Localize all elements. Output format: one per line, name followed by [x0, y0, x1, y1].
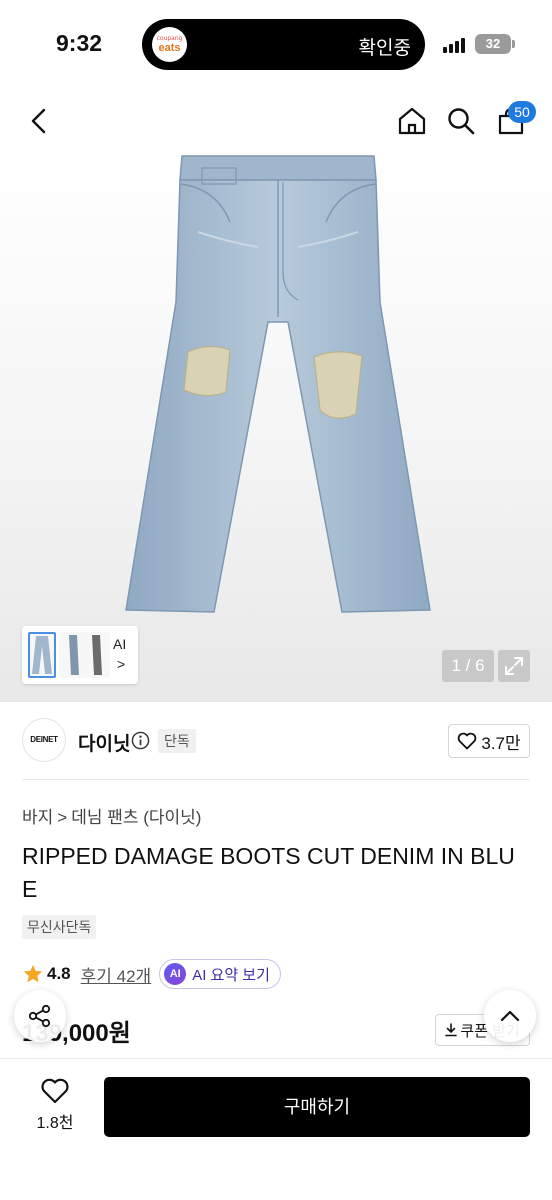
- brand-row: DEINET 다이닛 단독 3.7만: [0, 716, 552, 766]
- search-icon: [448, 108, 475, 135]
- heart-icon: [41, 1078, 69, 1104]
- wishlist-count: 1.8천: [36, 1115, 74, 1132]
- cellular-signal-icon: [443, 37, 469, 53]
- top-navigation: [0, 90, 552, 152]
- dynamic-island[interactable]: coupang eats 확인중: [142, 19, 425, 70]
- back-button[interactable]: [22, 104, 56, 138]
- rating-row: 4.8 후기 42개 AI AI 요약 보기: [22, 959, 281, 989]
- divider: [22, 779, 530, 780]
- ai-thumbnail-label: AI: [113, 636, 127, 652]
- coupang-eats-logo: coupang eats: [152, 27, 187, 62]
- bottom-action-bar: 1.8천 구매하기: [0, 1058, 552, 1200]
- breadcrumb-item-category[interactable]: 바지: [22, 808, 53, 827]
- battery-tip: [512, 40, 515, 48]
- exclusive-badge: 단독: [158, 729, 196, 753]
- breadcrumb-item-subcategory[interactable]: 데님 팬츠 (다이닛): [71, 808, 201, 827]
- brand-logo[interactable]: DEINET: [22, 718, 66, 762]
- share-button[interactable]: [14, 990, 66, 1042]
- reviews-link[interactable]: 후기 42개: [81, 962, 152, 987]
- thumbnail-1[interactable]: [28, 632, 56, 678]
- scroll-top-button[interactable]: [484, 990, 536, 1042]
- expand-image-button[interactable]: [498, 650, 530, 682]
- battery-icon: 32: [475, 34, 511, 54]
- wishlist-button[interactable]: 1.8천: [22, 1077, 88, 1139]
- image-page-indicator: 1 / 6: [442, 650, 494, 682]
- search-button[interactable]: [442, 102, 480, 140]
- exclusive-tag: 무신사단독: [22, 915, 97, 939]
- image-thumbnail-strip[interactable]: AI >: [22, 626, 138, 684]
- ai-badge-icon: AI: [164, 963, 187, 985]
- chevron-right-icon: >: [117, 656, 126, 672]
- chevron-left-icon: [31, 108, 46, 134]
- breadcrumb-separator: >: [57, 808, 68, 827]
- heart-icon: [458, 732, 477, 750]
- thumbnail-3[interactable]: [82, 632, 110, 678]
- expand-icon: [505, 657, 523, 675]
- breadcrumb: 바지 > 데님 팬츠 (다이닛): [22, 803, 201, 828]
- jeans-back-thumbnail-icon: [92, 635, 102, 675]
- home-icon: [398, 107, 426, 135]
- eats-logo-text: eats: [158, 41, 181, 54]
- product-title: RIPPED DAMAGE BOOTS CUT DENIM IN BLUE: [22, 843, 515, 902]
- brand-like-count: 3.7만: [481, 733, 521, 753]
- buy-button[interactable]: 구매하기: [104, 1077, 530, 1137]
- rating-value: 4.8: [47, 964, 71, 983]
- brand-like-button[interactable]: 3.7만: [448, 724, 530, 758]
- ai-summary-button[interactable]: AI AI 요약 보기: [159, 959, 281, 989]
- status-time: 9:32: [56, 30, 103, 56]
- denim-jeans-image: [125, 155, 431, 613]
- jeans-thumbnail-icon: [32, 636, 52, 674]
- brand-name[interactable]: 다이닛: [78, 729, 130, 756]
- island-status-text: 확인중: [358, 37, 411, 59]
- share-icon: [28, 1004, 51, 1028]
- status-bar: 9:32 coupang eats 확인중 32: [0, 0, 552, 90]
- download-icon: [445, 1023, 458, 1037]
- cart-count-badge: 50: [508, 101, 536, 123]
- star-icon: [23, 964, 43, 983]
- info-icon[interactable]: [131, 731, 150, 750]
- ai-summary-label: AI 요약 보기: [192, 966, 270, 984]
- home-button[interactable]: [393, 102, 431, 140]
- product-image-gallery[interactable]: AI > 1 / 6: [0, 152, 552, 702]
- chevron-up-icon: [500, 1010, 520, 1022]
